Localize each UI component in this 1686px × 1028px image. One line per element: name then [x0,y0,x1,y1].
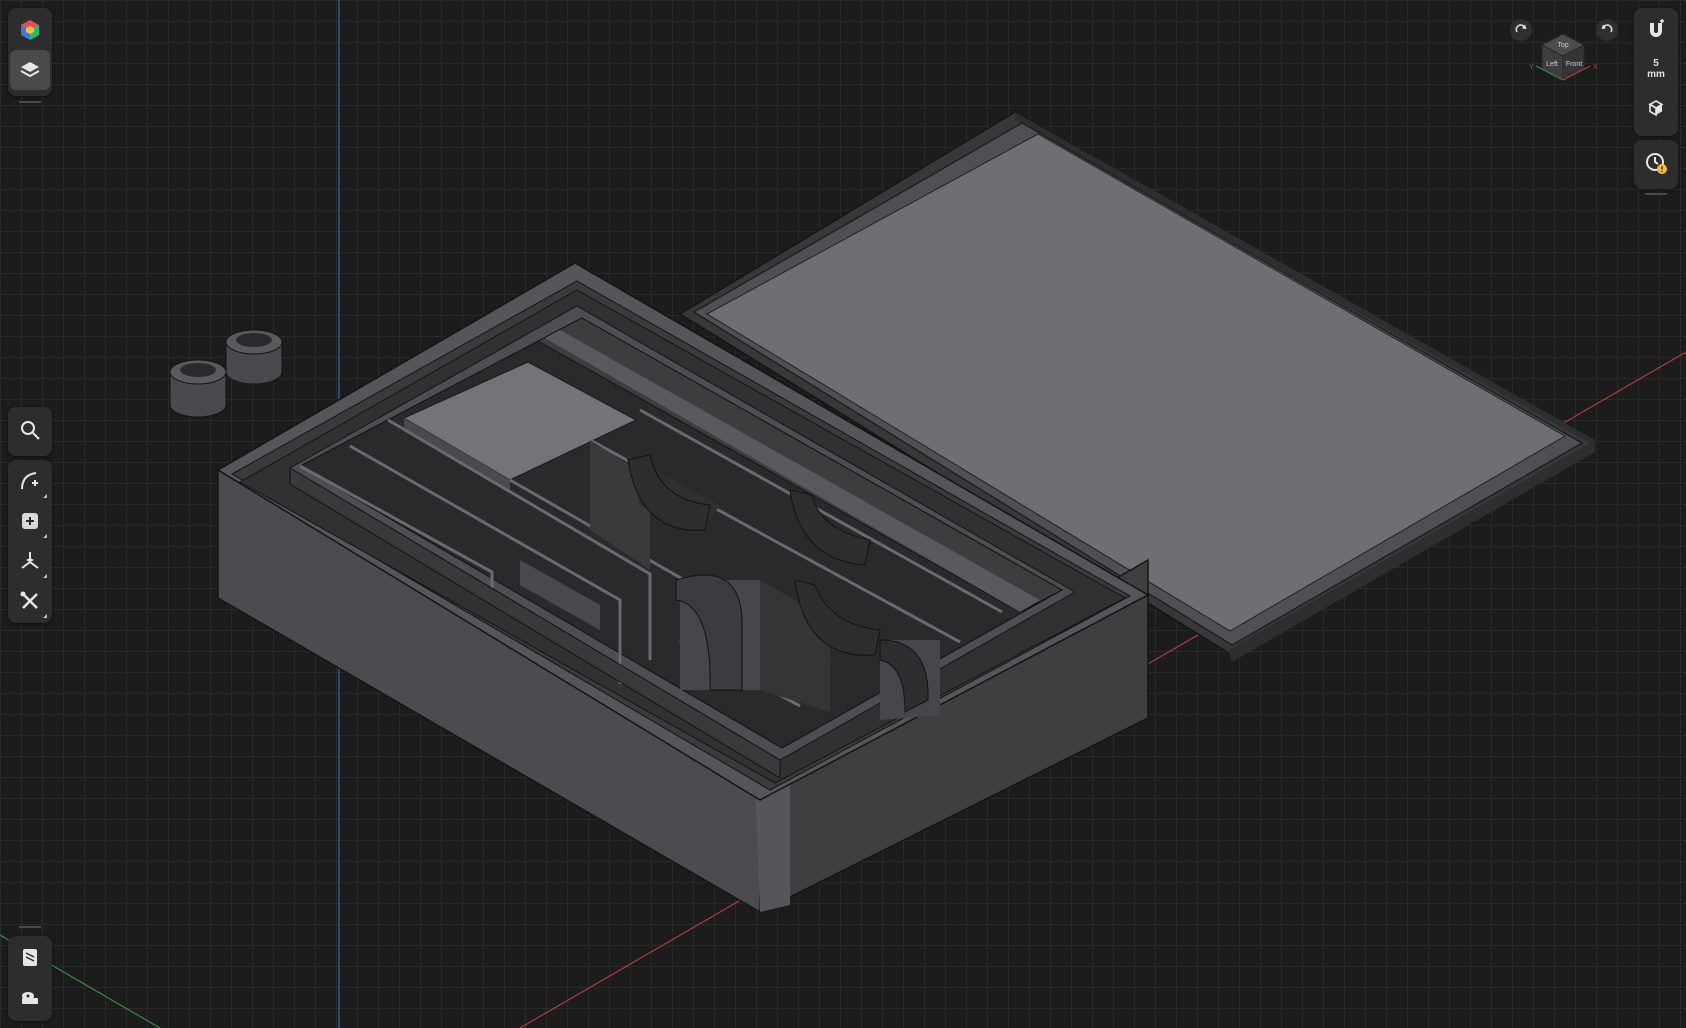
right-toolbar: 5 mm [1634,8,1678,136]
magnet-icon[interactable] [1636,10,1676,50]
viewcube-axis-x: X [1593,64,1598,71]
sketch-icon[interactable] [10,461,50,501]
viewcube-front-label: Front [1566,61,1582,68]
transform-icon[interactable] [10,541,50,581]
3d-viewport[interactable]: Top Left Front X Y 5 mm [0,0,1686,1028]
snap-increment[interactable]: 5 mm [1647,50,1665,88]
rotate-cw-icon [1515,24,1527,33]
rotate-ccw-icon [1601,24,1613,33]
layers-icon[interactable] [10,50,50,90]
rotate-view-left-button[interactable] [1510,19,1532,41]
left-toolbar-bottom [8,936,52,1021]
cube-view-icon[interactable] [1636,88,1676,128]
rotate-view-right-button[interactable] [1596,19,1618,41]
material-icon[interactable] [10,937,50,977]
tools-icon[interactable] [10,581,50,621]
left-toolbar-divider-top [19,101,41,103]
left-toolbar-divider-bottom [19,926,41,928]
app-logo-icon[interactable] [10,10,50,50]
small-cylinder-parts[interactable] [169,329,283,418]
model-scene[interactable] [0,0,1686,1028]
right-toolbar-divider [1645,193,1667,195]
right-toolbar-history [1634,140,1678,189]
search-icon[interactable] [10,410,50,450]
measure-icon[interactable] [10,977,50,1017]
history-warning-icon[interactable] [1636,143,1676,183]
viewcube-top-label: Top [1557,42,1568,49]
left-toolbar-top [8,8,52,96]
viewcube-axis-y: Y [1529,64,1534,71]
snap-value: 5 [1653,58,1659,69]
left-toolbar-modeling [8,460,52,623]
snap-unit: mm [1647,69,1665,80]
add-primitive-icon[interactable] [10,501,50,541]
viewcube-left-label: Left [1546,61,1558,68]
left-toolbar-tools [8,407,52,456]
